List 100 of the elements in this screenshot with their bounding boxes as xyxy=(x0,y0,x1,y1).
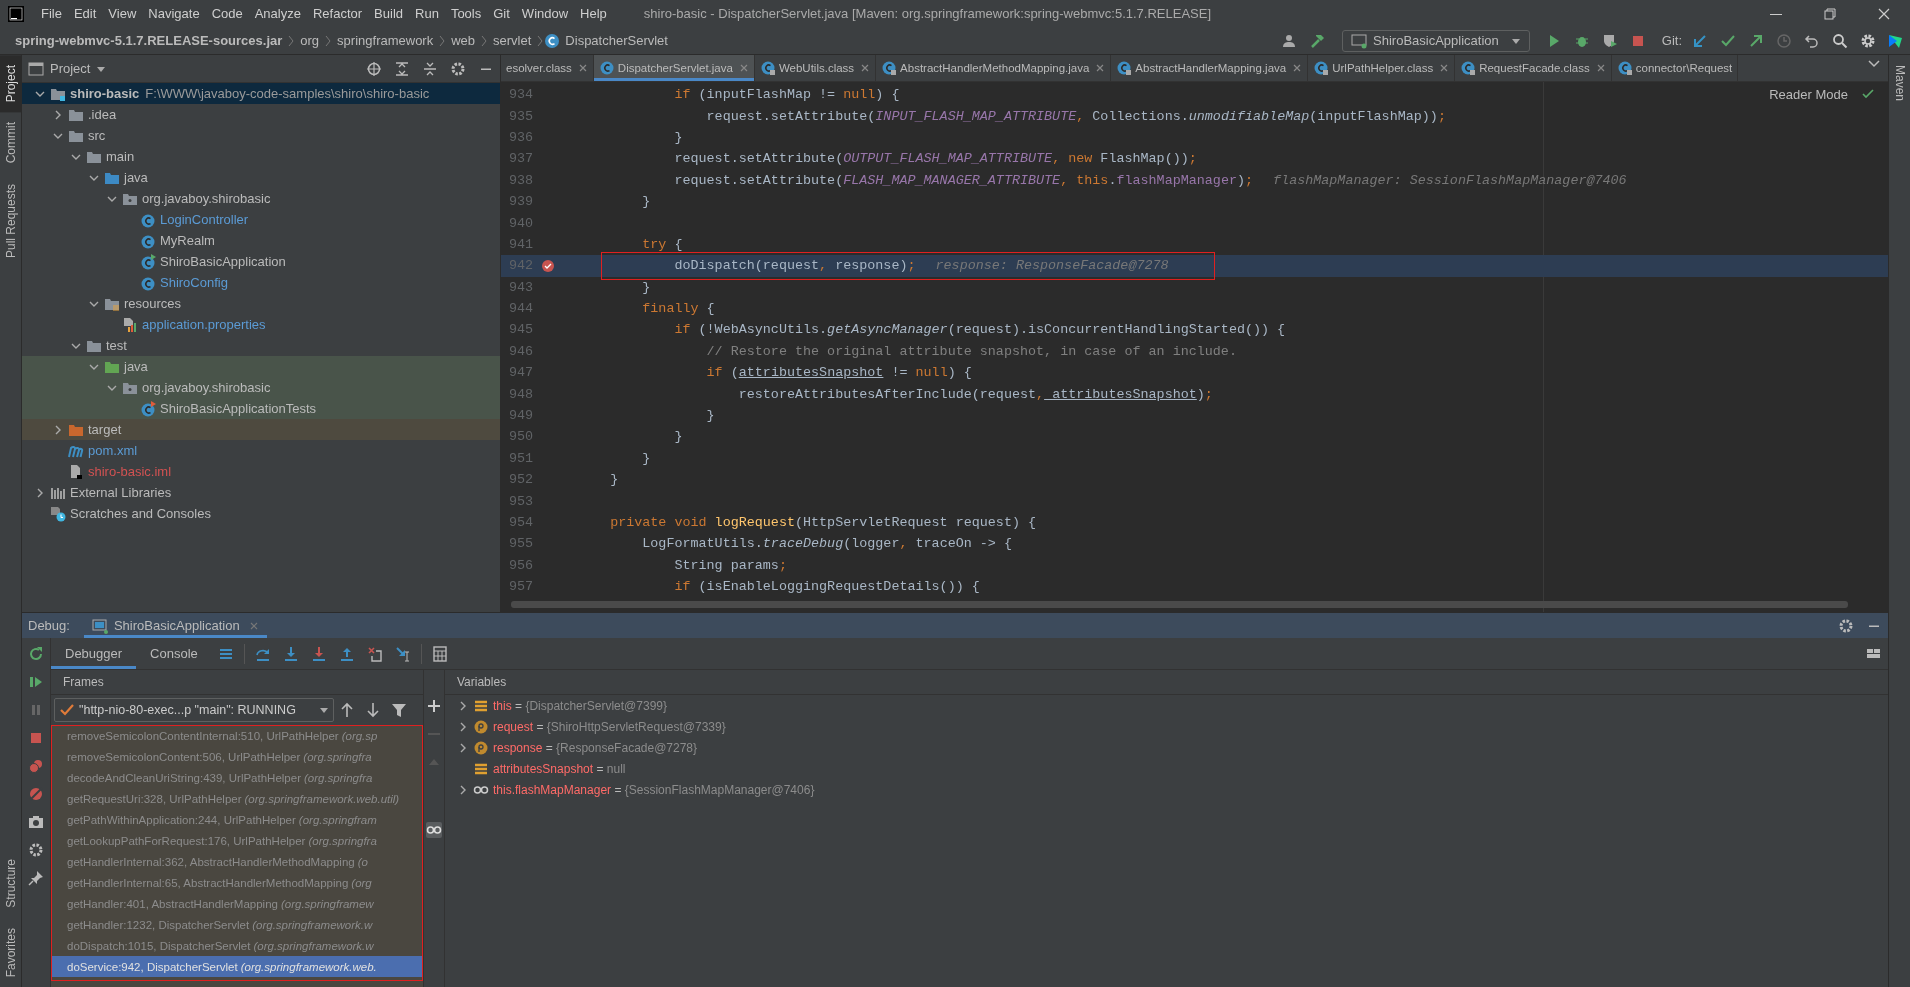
arrow-icon[interactable] xyxy=(1748,32,1764,49)
rerun-icon[interactable] xyxy=(28,646,44,662)
tree-item[interactable]: target xyxy=(22,419,500,440)
variable-entry[interactable]: attributesSnapshot = null xyxy=(493,761,626,776)
close-icon[interactable] xyxy=(1292,63,1303,73)
filter-icon[interactable] xyxy=(391,702,407,718)
editor-tab[interactable]: UrlPathHelper.class xyxy=(1308,55,1456,81)
close-icon[interactable] xyxy=(1095,63,1106,73)
menu-item[interactable]: Git xyxy=(488,6,515,21)
close-icon[interactable] xyxy=(1439,63,1450,73)
glasses-icon[interactable] xyxy=(426,822,442,838)
drop-frame-icon[interactable] xyxy=(366,645,383,662)
force-step-into-icon[interactable] xyxy=(310,645,327,662)
tree-item[interactable]: LoginController xyxy=(22,209,500,230)
tool-window-button[interactable]: Commit xyxy=(0,112,21,174)
menu-item[interactable]: Tools xyxy=(445,6,487,21)
close-icon[interactable] xyxy=(1595,63,1606,73)
project-view-dropdown[interactable]: Project xyxy=(44,61,113,76)
menu-item[interactable]: File xyxy=(36,6,67,21)
breadcrumb[interactable]: DispatcherServlet xyxy=(560,33,673,48)
tree-item[interactable]: src xyxy=(22,125,500,146)
search-icon[interactable] xyxy=(1832,32,1848,49)
breakpoint-icon[interactable] xyxy=(541,258,555,273)
editor-tab[interactable]: AbstractHandlerMapping.java xyxy=(1111,55,1309,81)
tool-window-button[interactable]: Maven xyxy=(1889,55,1910,112)
tree-item[interactable]: test xyxy=(22,335,500,356)
stack-frame[interactable]: doService:942, DispatcherServlet (org.springframework.web. xyxy=(51,956,423,977)
reader-mode-label[interactable]: Reader Mode xyxy=(1769,86,1848,102)
crosshair-icon[interactable] xyxy=(366,60,382,77)
settings-icon[interactable] xyxy=(450,60,466,77)
tree-item[interactable]: org.javaboy.shirobasic xyxy=(22,188,500,209)
menu-item[interactable]: Build xyxy=(369,6,408,21)
variable-entry[interactable]: request = {ShiroHttpServletRequest@7339} xyxy=(493,719,726,734)
tree-item[interactable]: Scratches and Consoles xyxy=(22,503,500,524)
menu-item[interactable]: Window xyxy=(516,6,574,21)
close-icon[interactable] xyxy=(860,63,871,73)
editor-tab[interactable]: DispatcherServlet.java xyxy=(593,55,755,81)
hammer-icon[interactable] xyxy=(1310,32,1327,49)
close-icon[interactable] xyxy=(577,63,588,73)
breakpoints-icon[interactable] xyxy=(28,758,44,774)
menu-item[interactable]: Analyze xyxy=(249,6,306,21)
debugger-tab[interactable]: Debugger xyxy=(51,638,137,669)
stop-icon[interactable] xyxy=(28,730,44,746)
tree-item[interactable]: application.properties xyxy=(22,314,500,335)
add-icon[interactable] xyxy=(426,698,442,714)
collapse-all-icon[interactable] xyxy=(422,60,438,77)
tree-item[interactable]: org.javaboy.shirobasic xyxy=(22,377,500,398)
tree-item[interactable]: MyRealm xyxy=(22,230,500,251)
calculator-icon[interactable] xyxy=(431,645,448,662)
variable-entry[interactable]: this = {DispatcherServlet@7399} xyxy=(493,698,667,713)
editor-tab[interactable]: WebUtils.class xyxy=(754,55,877,81)
shield-icon[interactable] xyxy=(1601,32,1618,49)
tree-item[interactable]: ShiroBasicApplication xyxy=(22,251,500,272)
menu-item[interactable]: Run xyxy=(410,6,444,21)
tool-window-button[interactable]: Favorites xyxy=(0,917,21,987)
tree-item[interactable]: main xyxy=(22,146,500,167)
menu-item[interactable]: Navigate xyxy=(143,6,205,21)
arrow-icon[interactable] xyxy=(1692,32,1708,49)
run-to-cursor-icon[interactable] xyxy=(394,645,411,662)
settings-icon[interactable] xyxy=(1860,32,1876,49)
step-out-icon[interactable] xyxy=(338,645,355,662)
tree-item[interactable]: java xyxy=(22,356,500,377)
arrow-up-icon[interactable] xyxy=(339,702,355,718)
run-configuration-dropdown[interactable]: ShiroBasicApplication xyxy=(1342,29,1530,52)
menu-item[interactable]: Edit xyxy=(68,6,102,21)
restore-icon[interactable] xyxy=(1822,5,1838,22)
editor-tab[interactable]: esolver.class xyxy=(501,55,594,81)
menu-item[interactable]: View xyxy=(103,6,142,21)
tool-window-button[interactable]: Project xyxy=(0,55,21,113)
tool-window-button[interactable]: Pull Requests xyxy=(0,173,21,268)
scrollbar[interactable] xyxy=(511,601,1848,608)
mute-breakpoints-icon[interactable] xyxy=(28,786,44,802)
pin-icon[interactable] xyxy=(28,870,44,886)
debug-session-tab[interactable]: ShiroBasicApplication xyxy=(83,613,267,638)
tree-item[interactable]: .idea xyxy=(22,104,500,125)
undo-icon[interactable] xyxy=(1804,32,1820,49)
breadcrumb[interactable]: web xyxy=(446,33,481,48)
menu-item[interactable]: Code xyxy=(206,6,248,21)
step-into-icon[interactable] xyxy=(282,645,299,662)
tree-item[interactable]: resources xyxy=(22,293,500,314)
menu-item[interactable]: Refactor xyxy=(307,6,368,21)
breadcrumb[interactable]: springframework xyxy=(332,33,439,48)
breadcrumb[interactable]: servlet xyxy=(488,33,537,48)
editor-tab[interactable]: AbstractHandlerMethodMapping.java xyxy=(876,55,1112,81)
debugger-tab[interactable]: Console xyxy=(136,638,212,669)
thread-dropdown[interactable]: "http-nio-80-exec...p "main": RUNNING xyxy=(54,698,334,722)
settings-icon[interactable] xyxy=(1838,617,1854,634)
variable-entry[interactable]: this.flashMapManager = {SessionFlashMapManager@7406} xyxy=(493,782,815,797)
breadcrumb[interactable]: org xyxy=(295,33,325,48)
editor-tab[interactable]: RequestFacade.class xyxy=(1455,55,1612,81)
expand-all-icon[interactable] xyxy=(394,60,410,77)
tree-item[interactable]: External Libraries xyxy=(22,482,500,503)
tree-item[interactable]: pom.xml xyxy=(22,440,500,461)
logo-icon[interactable] xyxy=(1888,32,1904,49)
tree-item[interactable]: java xyxy=(22,167,500,188)
menu-item[interactable]: Help xyxy=(575,6,612,21)
app-logo-icon[interactable] xyxy=(8,5,24,22)
settings-icon[interactable] xyxy=(28,842,44,858)
breadcrumb[interactable]: spring-webmvc-5.1.7.RELEASE-sources.jar xyxy=(10,33,288,48)
arrow-down-icon[interactable] xyxy=(365,702,381,718)
